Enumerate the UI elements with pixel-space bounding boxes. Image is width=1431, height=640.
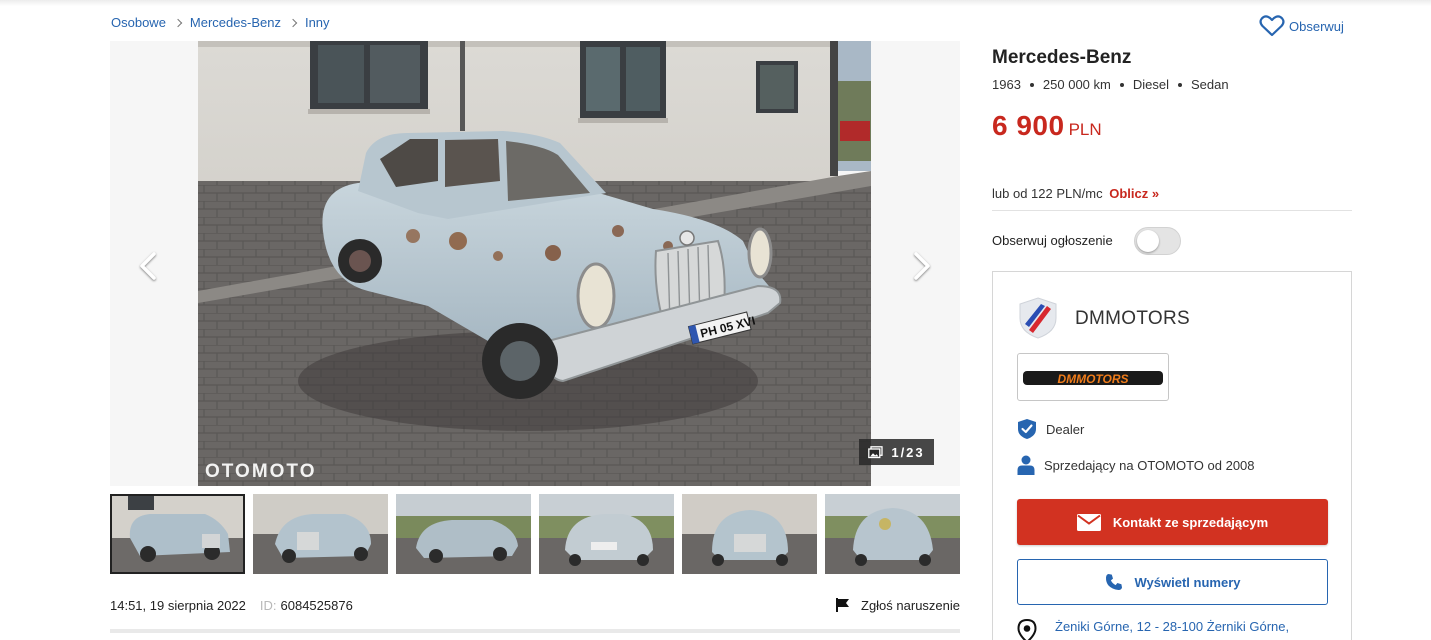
bullet-separator xyxy=(1029,82,1034,87)
dealer-logo-text: DMMOTORS xyxy=(1057,372,1128,386)
seller-since: Sprzedający na OTOMOTO od 2008 xyxy=(1044,457,1255,473)
thumbnail-5[interactable] xyxy=(682,494,817,574)
location-row: Żeniki Górne, 12 - 28-100 Żerniki Górne, xyxy=(1017,619,1289,640)
bullet-separator xyxy=(1119,82,1124,87)
dealer-badge-row: Dealer xyxy=(1017,418,1084,440)
report-violation-link[interactable]: Zgłoś naruszenie xyxy=(835,597,960,613)
chevron-right-icon xyxy=(288,18,298,27)
thumbnail-2[interactable] xyxy=(253,494,388,574)
listing-id-label: ID: xyxy=(259,597,277,613)
contact-seller-label: Kontakt ze sprzedającym xyxy=(1112,514,1269,530)
thumbnail-4[interactable] xyxy=(539,494,674,574)
price-currency: PLN xyxy=(1068,120,1102,139)
listing-date: 14:51, 19 sierpnia 2022 xyxy=(110,597,246,613)
envelope-icon xyxy=(1076,513,1101,531)
show-phone-label: Wyświetl numery xyxy=(1134,574,1241,590)
dealer-name: DMMOTORS xyxy=(1075,308,1190,329)
person-icon xyxy=(1017,455,1035,475)
breadcrumb: Osobowe Mercedes-Benz Inny xyxy=(111,15,330,30)
price: 6 900 PLN xyxy=(992,110,1102,142)
breadcrumb-mercedes-benz[interactable]: Mercedes-Benz xyxy=(190,15,281,30)
dealer-badge: Dealer xyxy=(1046,421,1085,437)
toggle-knob xyxy=(1137,230,1159,252)
financing-amount: 122 PLN/mc xyxy=(1031,186,1103,201)
spec-year: 1963 xyxy=(992,77,1021,92)
thumbnail-3[interactable] xyxy=(396,494,531,574)
spec-body-type: Sedan xyxy=(1190,77,1229,92)
heart-icon xyxy=(1259,15,1285,37)
divider xyxy=(110,629,960,633)
divider xyxy=(992,210,1352,211)
photo-counter[interactable]: 1/23 xyxy=(859,439,934,465)
gallery-icon xyxy=(868,445,883,458)
flag-icon xyxy=(836,598,849,612)
top-shadow xyxy=(0,0,1431,6)
contact-seller-button[interactable]: Kontakt ze sprzedającym xyxy=(1017,499,1328,545)
watch-listing-label: Obserwuj ogłoszenie xyxy=(992,233,1113,248)
photo-counter-text: 1/23 xyxy=(891,444,925,460)
thumbnail-strip xyxy=(110,494,960,574)
financing-info: lub od 122 PLN/mc Oblicz » xyxy=(992,186,1159,201)
price-amount: 6 900 xyxy=(992,110,1065,141)
main-photo[interactable]: PH 05 XVI xyxy=(198,41,871,486)
seller-since-row: Sprzedający na OTOMOTO od 2008 xyxy=(1017,455,1255,475)
follow-button[interactable]: Obserwuj xyxy=(1259,14,1344,38)
dealer-shield-icon xyxy=(1019,297,1057,339)
spec-mileage: 250 000 km xyxy=(1042,77,1111,92)
calculate-link[interactable]: Oblicz » xyxy=(1109,186,1159,201)
chevron-right-icon xyxy=(173,18,183,27)
listing-id: 6084525876 xyxy=(280,597,353,613)
bullet-separator xyxy=(1177,82,1182,87)
location-pin-icon xyxy=(1017,619,1037,640)
seller-card: DMMOTORS DMMOTORS Dealer Sprzedający na … xyxy=(992,271,1352,640)
location-link[interactable]: Żeniki Górne, 12 - 28-100 Żerniki Górne, xyxy=(1055,619,1289,634)
dealer-logo[interactable]: DMMOTORS xyxy=(1017,353,1169,401)
show-phone-button[interactable]: Wyświetl numery xyxy=(1017,559,1328,605)
listing-specs: 1963 250 000 km Diesel Sedan xyxy=(992,77,1229,92)
breadcrumb-osobowe[interactable]: Osobowe xyxy=(111,15,166,30)
spec-fuel: Diesel xyxy=(1132,77,1169,92)
phone-icon xyxy=(1105,574,1122,590)
financing-prefix: lub od xyxy=(992,186,1032,201)
listing-title: Mercedes-Benz xyxy=(992,47,1132,68)
verified-shield-icon xyxy=(1018,419,1036,439)
watermark: OTOMOTO xyxy=(205,461,317,482)
thumbnail-6[interactable] xyxy=(825,494,960,574)
chevron-right-icon xyxy=(914,252,930,280)
previous-photo-button[interactable] xyxy=(128,246,168,286)
next-photo-button[interactable] xyxy=(902,246,942,286)
follow-label: Obserwuj xyxy=(1289,18,1344,34)
watch-listing-toggle[interactable] xyxy=(1134,227,1181,255)
listing-meta: 14:51, 19 sierpnia 2022 ID: 6084525876 Z… xyxy=(110,597,960,613)
report-violation-label: Zgłoś naruszenie xyxy=(861,597,960,613)
breadcrumb-inny[interactable]: Inny xyxy=(305,15,330,30)
chevron-left-icon xyxy=(140,252,156,280)
thumbnail-1[interactable] xyxy=(110,494,245,574)
photo-gallery: PH 05 XVI OTOMOTO 1/23 xyxy=(110,41,960,486)
